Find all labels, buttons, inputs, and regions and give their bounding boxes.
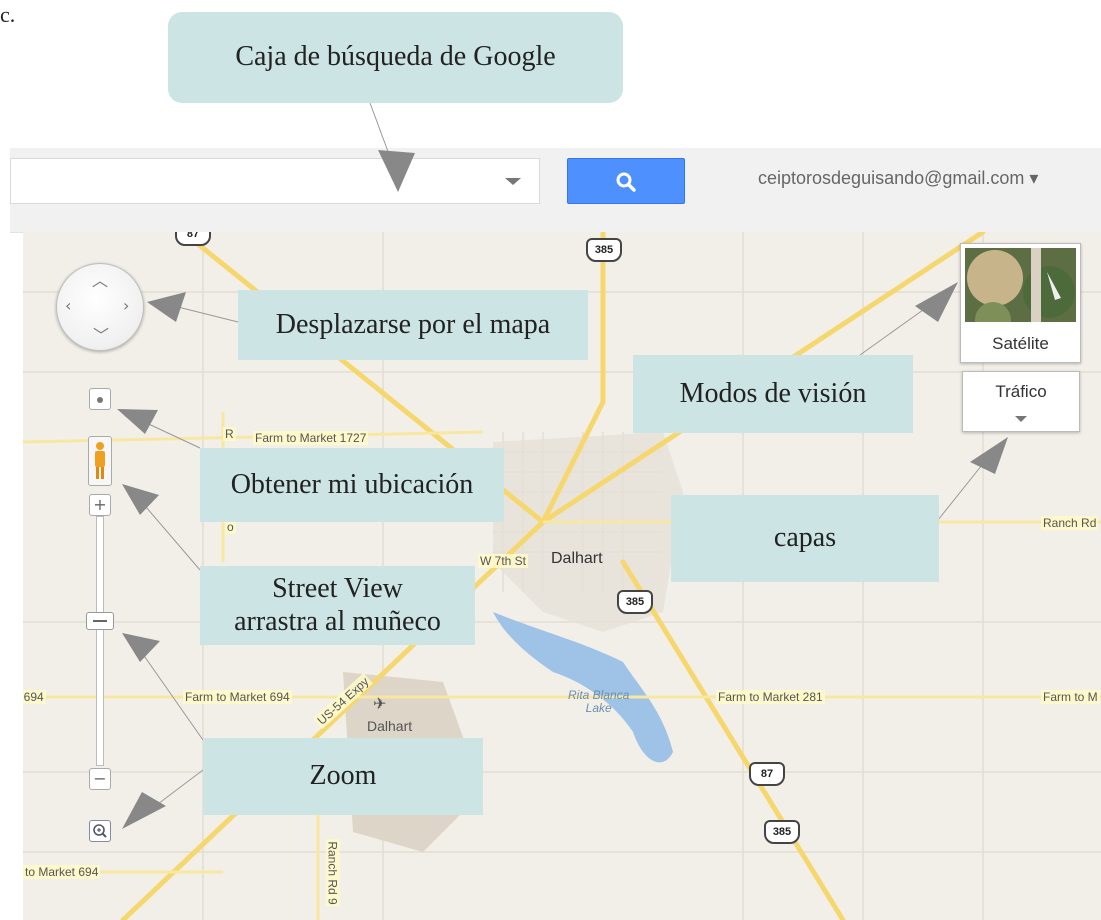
road-label: R [223,427,236,441]
road-label: to Market 694 [23,865,101,879]
highway-shield: 385 [617,590,653,614]
road-label: o [225,520,236,534]
search-icon [616,172,636,192]
pan-down-icon[interactable]: ﹀ [93,322,109,346]
zoom-out-button[interactable]: − [89,768,111,790]
search-callout: Caja de búsqueda de Google [168,12,623,103]
corner-text: c. [0,2,16,27]
street-view-callout-line2: arrastra al muñeco [234,605,441,637]
highway-shield: 87 [749,762,785,786]
zoom-area-icon [93,824,107,838]
zoom-callout: Zoom [203,738,483,815]
highway-shield: 385 [586,238,622,262]
airport-label: Dalhart [367,718,413,734]
zoom-in-button[interactable]: + [89,494,111,516]
pan-right-icon[interactable]: › [123,296,129,315]
zoom-slider-track[interactable] [96,516,104,766]
lake-label: Rita Blanca Lake [568,688,630,716]
road-label: Farm to Market 694 [183,690,292,704]
road-label: t 694 [23,690,46,704]
satellite-thumbnail [965,248,1076,322]
pegman-icon [95,442,105,479]
zoom-area-button[interactable] [89,820,111,842]
view-modes-callout: Modos de visión [633,355,913,433]
satellite-view-button[interactable]: Satélite [960,243,1081,363]
traffic-layer-button[interactable]: Tráfico [962,371,1080,432]
airport-icon: ✈ [373,696,387,713]
location-dot-icon [97,396,103,403]
highway-shield: 87 [175,232,211,246]
pan-left-icon[interactable]: ‹ [65,296,71,315]
zoom-slider-thumb[interactable] [86,612,114,630]
road-label: W 7th St [478,554,529,568]
street-view-callout: Street View arrastra al muñeco [200,566,475,645]
satellite-label: Satélite [992,334,1049,353]
road-label: Farm to Market 1727 [253,431,369,445]
highway-shield: 385 [764,820,800,844]
search-dropdown-caret-icon[interactable] [505,178,521,185]
chevron-down-icon[interactable] [1015,416,1027,422]
pan-callout: Desplazarse por el mapa [238,290,588,360]
google-top-bar: ceiptorosdeguisando@gmail.com ▾ [10,148,1101,233]
road-label: Ranch Rd [1041,516,1099,530]
location-callout: Obtener mi ubicación [200,448,504,522]
road-label: Farm to Market 281 [716,690,825,704]
road-label: Ranch Rd 9 [325,839,340,907]
traffic-label: Tráfico [995,382,1047,401]
layers-callout: capas [671,495,939,582]
pan-up-icon[interactable]: ︿ [92,267,108,291]
pan-control[interactable]: ︿ ﹀ ‹ › [56,263,144,351]
account-menu[interactable]: ceiptorosdeguisando@gmail.com ▾ [758,168,1038,189]
street-view-pegman[interactable] [88,436,112,486]
search-input[interactable] [10,158,540,204]
search-button[interactable] [567,158,685,204]
road-label: Farm to M [1041,690,1100,704]
my-location-button[interactable] [89,388,111,410]
street-view-callout-line1: Street View [272,573,403,605]
city-label: Dalhart [551,550,603,567]
